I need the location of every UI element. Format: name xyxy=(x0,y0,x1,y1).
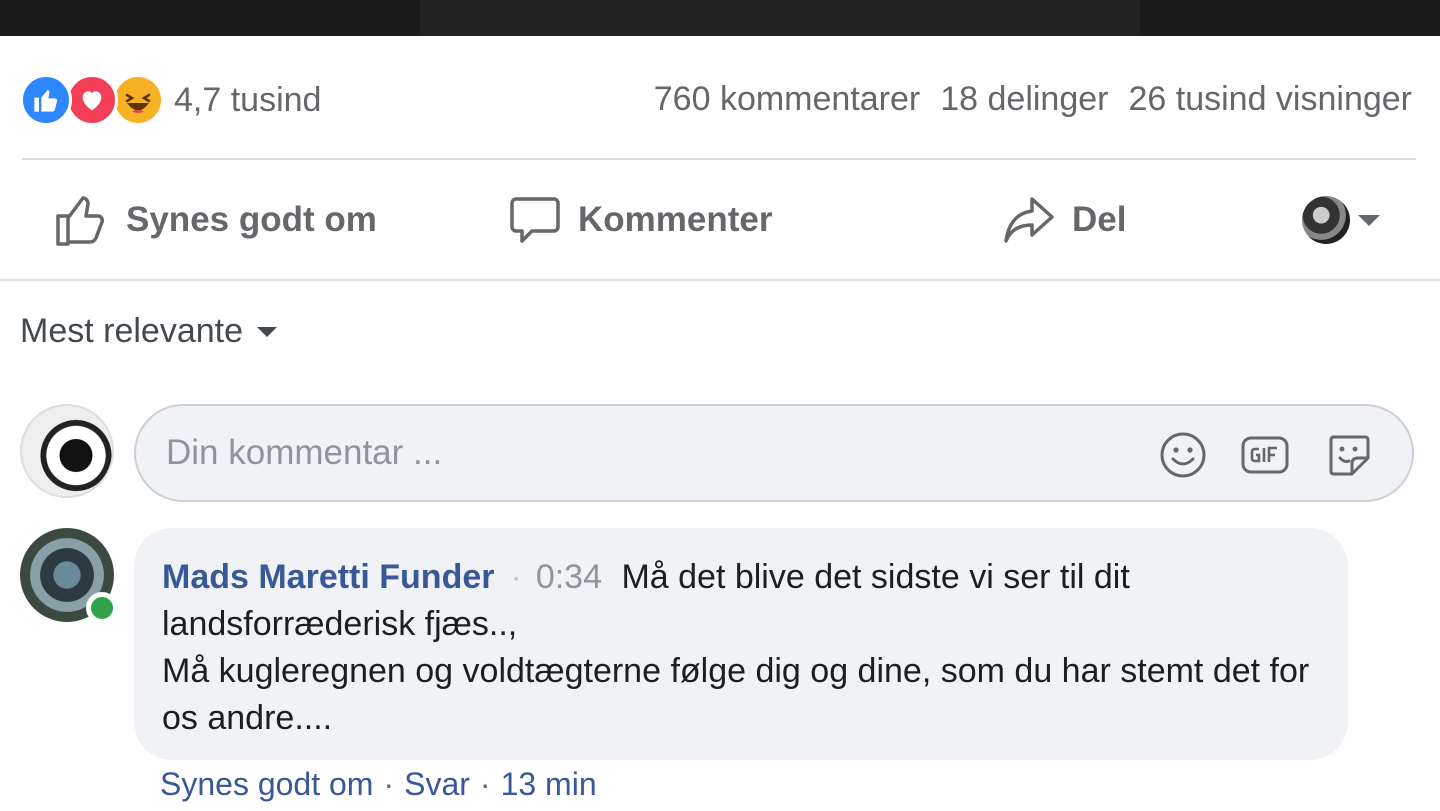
video-frame xyxy=(420,0,1140,36)
view-count: 26 tusind visninger xyxy=(1128,80,1412,118)
comment-text-line2: Må kugleregnen og voldtægterne følge dig… xyxy=(162,652,1310,737)
gif-icon[interactable] xyxy=(1240,430,1290,480)
like-reaction-icon xyxy=(20,74,72,126)
profile-avatar xyxy=(1302,196,1350,244)
comment-reply-link[interactable]: Svar xyxy=(404,766,470,803)
separator-dot: · xyxy=(383,766,395,802)
reaction-count[interactable]: 4,7 tusind xyxy=(174,81,321,120)
emoji-icon[interactable] xyxy=(1158,430,1208,480)
post-as-selector[interactable] xyxy=(1302,190,1380,250)
post-stats-bar: 4,7 tusind 760 kommentarer 18 delinger 2… xyxy=(0,36,1440,160)
like-button-label: Synes godt om xyxy=(126,200,377,239)
comment-button-label: Kommenter xyxy=(578,200,773,239)
comment-like-link[interactable]: Synes godt om xyxy=(160,766,373,803)
chevron-down-icon xyxy=(257,326,277,337)
comment-author-link[interactable]: Mads Maretti Funder xyxy=(162,558,494,596)
sort-label: Mest relevante xyxy=(20,312,243,350)
comment-bubble: Mads Maretti Funder · 0:34 Må det blive de… xyxy=(134,528,1348,760)
sticker-icon[interactable] xyxy=(1324,430,1374,480)
comment-count[interactable]: 760 kommentarer xyxy=(654,80,920,119)
share-arrow-icon xyxy=(1004,197,1054,243)
speech-bubble-icon xyxy=(510,197,560,243)
engagement-counts: 760 kommentarer 18 delinger 26 tusind vi… xyxy=(654,80,1412,119)
share-button-label: Del xyxy=(1072,200,1127,239)
separator-dot: · xyxy=(510,558,522,596)
comment-actions: Synes godt om · Svar · 13 min xyxy=(160,766,597,803)
comment-input[interactable] xyxy=(166,406,1146,500)
video-timestamp-link[interactable]: 0:34 xyxy=(536,558,602,596)
like-button[interactable]: Synes godt om xyxy=(54,190,377,250)
share-button[interactable]: Del xyxy=(1002,190,1126,250)
comment-sort-dropdown[interactable]: Mest relevante xyxy=(20,312,277,351)
comment-composer[interactable] xyxy=(134,404,1414,502)
comment-button[interactable]: Kommenter xyxy=(508,190,772,250)
chevron-down-icon xyxy=(1358,214,1380,226)
action-divider xyxy=(0,279,1440,281)
separator-dot: · xyxy=(479,766,491,802)
share-count[interactable]: 18 delinger xyxy=(940,80,1108,119)
love-reaction-icon xyxy=(66,74,118,126)
online-status-indicator xyxy=(86,592,118,624)
comment-age-link[interactable]: 13 min xyxy=(501,766,597,803)
video-player-bottom-edge[interactable] xyxy=(0,0,1440,36)
thumbs-up-icon xyxy=(56,196,104,246)
reactions-summary[interactable]: 4,7 tusind xyxy=(20,74,321,126)
haha-reaction-icon xyxy=(112,74,164,126)
current-user-avatar[interactable] xyxy=(20,404,114,498)
post-action-bar: Synes godt om Kommenter Del xyxy=(0,160,1440,280)
